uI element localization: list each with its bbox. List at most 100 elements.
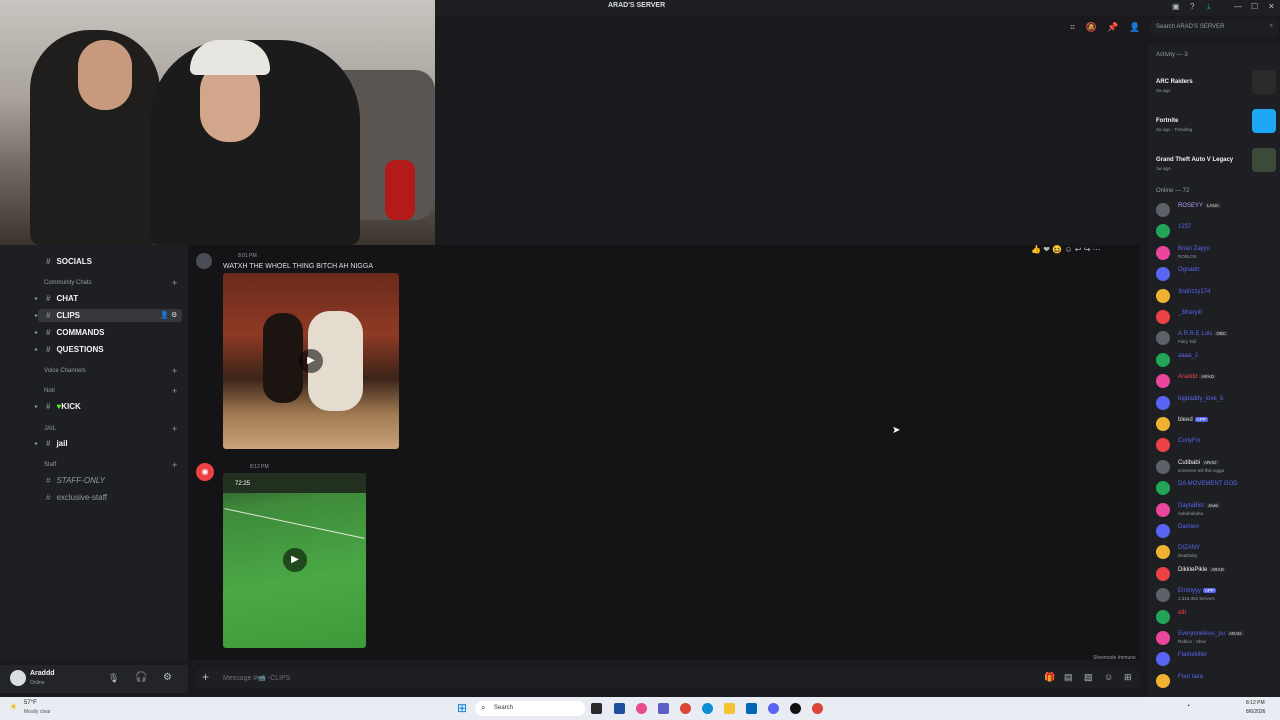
channel-staff-only[interactable]: # STAFF-ONLY [46,476,105,485]
member-item[interactable]: Cutibabi ARAD someone tell this nigga [1156,458,1280,476]
avatar[interactable] [1156,310,1170,324]
category-voice[interactable]: Voice Channels [44,368,86,374]
member-item[interactable]: Four lava [1156,672,1280,690]
app-icon[interactable] [790,703,801,714]
teams-icon[interactable] [658,703,669,714]
member-item[interactable]: 1237 [1156,222,1280,240]
invite-icon[interactable]: 👤 [160,311,169,319]
help-icon[interactable]: ? [1190,2,1194,11]
avatar[interactable] [1156,481,1170,496]
category-noti[interactable]: Noti [44,388,55,394]
category-jail[interactable]: JAIL [44,426,56,432]
member-item[interactable]: A.R.R.E Luis OBC Fairy Tail [1156,329,1280,347]
wifi-icon[interactable]: ◔ [1186,703,1190,710]
chrome-icon[interactable] [680,703,691,714]
channel-commands[interactable]: # COMMANDS [46,328,104,337]
video-attachment[interactable]: ▶ [223,273,399,449]
add-channel-icon[interactable]: + [172,278,177,288]
download-icon[interactable]: ⤓ [1207,2,1211,12]
activity-card[interactable]: Grand Theft Auto V Legacy 1w ago [1156,145,1280,181]
member-item[interactable]: 3ndrizzy174 [1156,287,1280,305]
activity-card[interactable]: Fortnite 2w ago · Trending [1156,106,1280,142]
discord-icon[interactable] [768,703,779,714]
channel-clips[interactable]: # CLIPS [46,311,80,320]
channel-socials[interactable]: # SOCIALS [46,257,92,266]
avatar[interactable] [1156,588,1170,603]
chevron-right-icon[interactable]: ▸ [35,295,38,302]
avatar[interactable] [1156,438,1170,453]
avatar[interactable] [1156,267,1170,282]
heart-icon[interactable]: ❤ [1043,245,1050,254]
avatar[interactable] [1156,395,1170,410]
add-channel-icon[interactable]: + [172,424,177,434]
widgets-icon[interactable] [614,703,625,714]
member-item[interactable]: _3lheryi0 [1156,308,1280,326]
close-button[interactable]: ✕ [1268,2,1275,11]
add-channel-icon[interactable]: + [172,366,177,376]
attach-plus-icon[interactable]: + [202,670,209,684]
apps-icon[interactable]: ⊞ [1124,672,1132,683]
gif-icon[interactable]: ▤ [1064,672,1073,683]
headphones-icon[interactable]: 🎧 [135,672,147,683]
member-item[interactable]: eth [1156,608,1280,626]
chevron-right-icon[interactable]: ▸ [35,403,38,410]
message-composer[interactable]: + Message #📹 -CLIPS 🎁 ▤ ▧ ☺ ⊞ [196,668,1140,688]
member-item[interactable]: CurlyFrx [1156,436,1280,454]
emoji-icon[interactable]: ☺ [1104,672,1113,682]
settings-gear-icon[interactable]: ⚙ [163,672,172,683]
microphone-icon[interactable]: 🎙 [108,673,119,684]
avatar[interactable] [1156,673,1170,688]
windows-start-icon[interactable]: ⊞ [457,701,467,715]
channel-chat[interactable]: # CHAT [46,294,78,303]
member-list-icon[interactable]: 👤 [1129,22,1140,32]
forward-icon[interactable]: ↪ [1084,245,1091,254]
member-item[interactable]: bleed APP [1156,415,1280,433]
avatar[interactable]: ◉ [196,463,214,481]
member-item[interactable]: DaytaBlot Jews hahahahaha [1156,501,1280,519]
more-icon[interactable]: ⋯ [1093,245,1101,254]
inbox-icon[interactable]: ▣ [1172,2,1180,11]
chevron-right-icon[interactable]: ▸ [35,440,38,447]
laugh-icon[interactable]: 😆 [1052,245,1062,254]
avatar[interactable] [1156,631,1170,645]
edge-icon[interactable] [702,703,713,714]
chrome-icon[interactable] [812,703,823,714]
member-item[interactable]: Araddd ARAD [1156,372,1280,390]
category-community[interactable]: Community Chats [44,280,92,286]
member-item[interactable]: Ognadrt [1156,265,1280,283]
taskbar-search[interactable]: ⌕ Search [475,701,585,716]
member-item[interactable]: Everyonelisvs_pu ARAD Roblox - Xbox [1156,629,1280,647]
settings-gear-icon[interactable]: ⚙ [171,311,177,319]
member-item[interactable]: aaaa_J [1156,351,1280,369]
gift-icon[interactable]: 🎁 [1044,672,1055,683]
pin-icon[interactable]: 📌 [1107,22,1118,32]
avatar[interactable] [1156,524,1170,538]
avatar[interactable] [1156,459,1170,474]
thumbs-up-icon[interactable]: 👍 [1031,245,1041,254]
avatar[interactable] [10,670,26,686]
avatar[interactable] [1156,502,1170,517]
avatar[interactable] [1156,652,1170,667]
channel-jail[interactable]: # jail [46,439,68,448]
member-item[interactable]: Brian Zayyo ROBLOX [1156,244,1280,262]
activity-card[interactable]: ARC Raiders 2w ago [1156,67,1280,103]
avatar[interactable] [1156,331,1170,346]
play-button[interactable]: ▶ [283,548,307,572]
search-input[interactable]: Search ARAD'S SERVER ⌕ [1150,20,1278,36]
avatar[interactable] [1156,203,1170,217]
add-reaction-icon[interactable]: ☺ [1064,245,1072,254]
member-item[interactable]: Emmyyy APP 1,315,352 Servers [1156,586,1280,604]
channel-questions[interactable]: # QUESTIONS [46,345,104,354]
avatar[interactable] [196,253,212,269]
avatar[interactable] [1156,245,1170,260]
reply-icon[interactable]: ↩ [1075,245,1082,254]
avatar[interactable] [1156,374,1170,389]
member-item[interactable]: bigdaddy_love_5 [1156,394,1280,412]
member-item[interactable]: Flamekiller [1156,650,1280,668]
store-icon[interactable] [746,703,757,714]
copilot-icon[interactable] [636,703,647,714]
sticker-icon[interactable]: ▧ [1084,672,1093,683]
chevron-right-icon[interactable]: ▸ [35,329,38,336]
avatar[interactable] [1156,352,1170,367]
avatar[interactable] [1156,545,1170,560]
